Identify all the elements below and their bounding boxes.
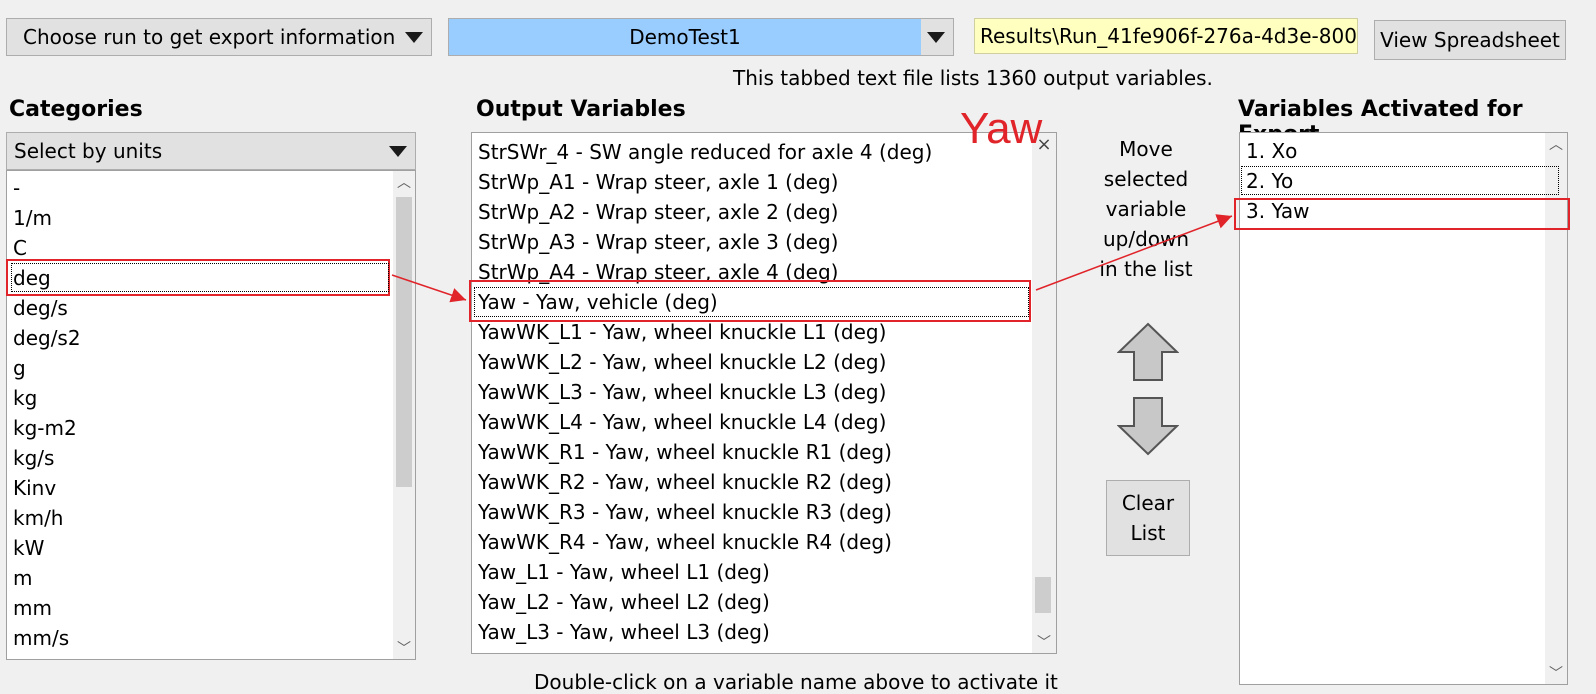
connector-arrow-output-to-activated xyxy=(1035,214,1233,291)
connector-arrow-category-to-output xyxy=(391,274,467,303)
connector-arrows xyxy=(391,214,1233,303)
